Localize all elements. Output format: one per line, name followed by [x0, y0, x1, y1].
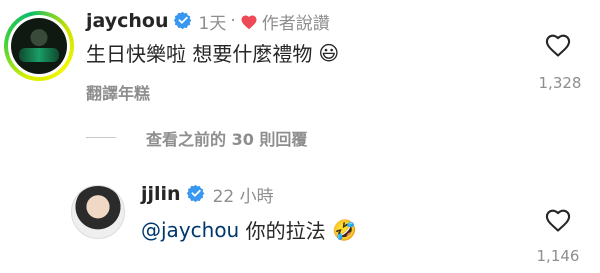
verified-badge-icon [173, 11, 192, 33]
meta-separator: · [230, 11, 236, 31]
laughing-emoji: 🤣 [331, 217, 357, 242]
replies-divider [86, 137, 116, 138]
reply-header: jjlin 22 小時 [141, 181, 274, 207]
view-previous-replies[interactable]: 查看之前的 30 則回覆 [146, 126, 307, 150]
heart-outline-icon [545, 34, 571, 57]
reply-time: 22 小時 [212, 186, 274, 207]
smile-emoji: 😃 [318, 40, 340, 65]
comment-header: jaychou 1天 · 作者說讚 [86, 8, 330, 34]
reply-like-button[interactable] [544, 207, 572, 233]
comment-text-row: 生日快樂啦 想要什麼禮物 😃 [86, 38, 339, 67]
heart-outline-icon [545, 209, 571, 232]
reply-username[interactable]: jjlin [141, 183, 181, 205]
reply-like-count: 1,146 [536, 247, 580, 265]
reply-text: 你的拉法 [239, 219, 332, 243]
like-button[interactable] [544, 32, 572, 58]
reply-mention[interactable]: @jaychou [141, 218, 239, 242]
translate-link[interactable]: 翻譯年糕 [86, 80, 150, 104]
verified-badge-icon [186, 184, 205, 206]
author-liked-label: 作者說讚 [261, 13, 330, 34]
comment-text: 生日快樂啦 想要什麼禮物 [86, 42, 313, 66]
replier-avatar[interactable] [71, 185, 125, 239]
commenter-avatar[interactable] [4, 11, 74, 81]
heart-filled-icon [240, 13, 258, 30]
like-count: 1,328 [538, 74, 582, 92]
comment-username[interactable]: jaychou [86, 10, 169, 32]
reply-text-row: @jaychou 你的拉法 🤣 [141, 215, 357, 244]
comment-time: 1天 [198, 13, 227, 34]
